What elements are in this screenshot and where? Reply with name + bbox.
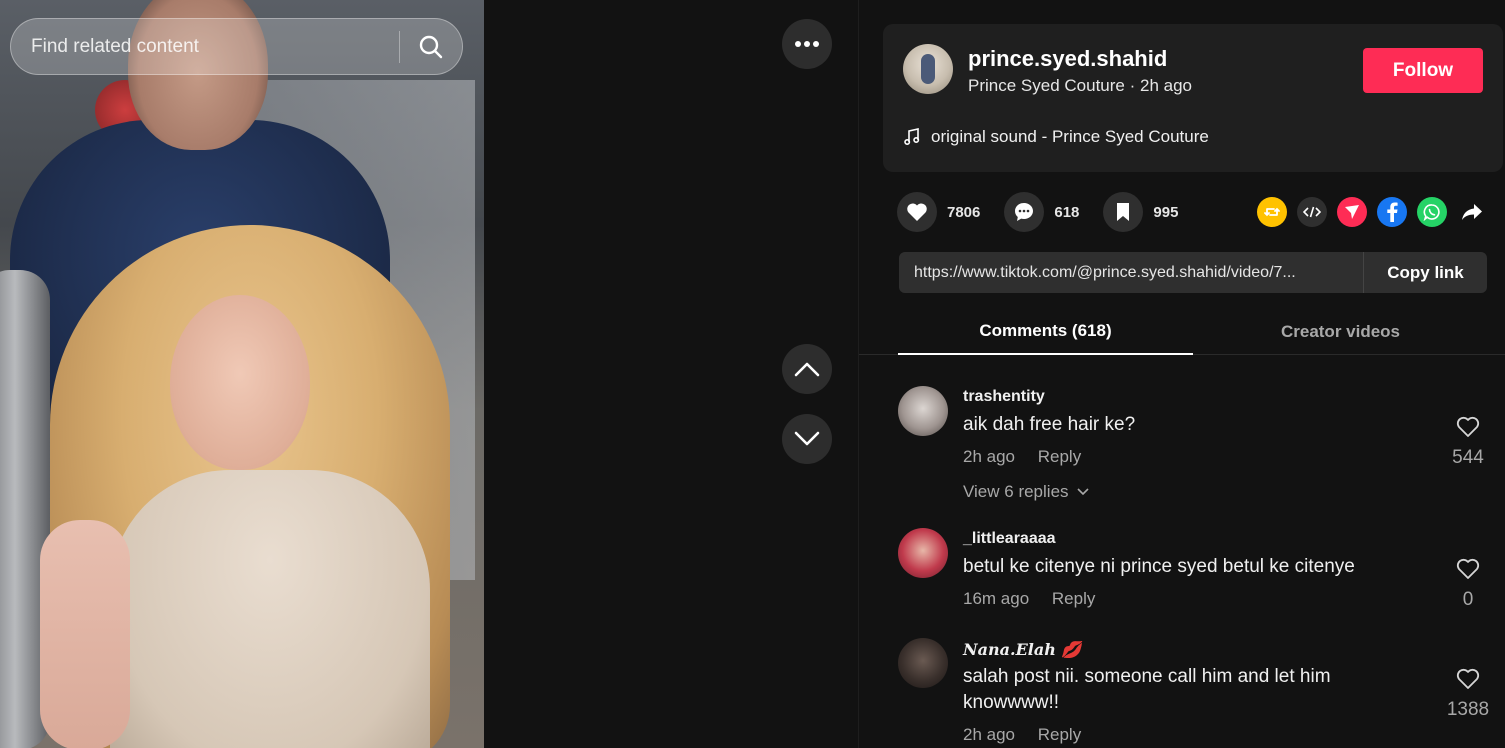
reply-button[interactable]: Reply <box>1038 447 1081 466</box>
more-icon <box>795 41 819 47</box>
search-bar <box>10 18 463 75</box>
comment-username[interactable]: 𝑵𝒂𝒏𝒂.𝑬𝒍𝒂𝒉 💋 <box>963 640 1081 659</box>
comment-avatar[interactable] <box>898 528 948 578</box>
previous-video-button[interactable] <box>782 344 832 394</box>
save-action[interactable]: 995 <box>1103 192 1178 232</box>
embed-icon[interactable] <box>1297 197 1327 227</box>
sound-title: original sound - Prince Syed Couture <box>931 127 1209 146</box>
comment-text: salah post nii. someone call him and let… <box>963 666 1331 713</box>
send-icon[interactable] <box>1337 197 1367 227</box>
next-video-button[interactable] <box>782 414 832 464</box>
comment-meta: 2h ago Reply <box>963 447 1099 467</box>
music-note-icon <box>904 128 920 146</box>
search-icon <box>419 35 443 58</box>
heart-outline-icon <box>1456 416 1480 437</box>
comment-time: 2h ago <box>963 447 1015 466</box>
repost-icon[interactable] <box>1257 197 1287 227</box>
comment-button[interactable] <box>1004 192 1045 232</box>
video-hand <box>40 520 130 748</box>
comment-count: 618 <box>1054 203 1080 221</box>
comment-like-count: 0 <box>1462 589 1474 610</box>
save-count: 995 <box>1153 203 1179 221</box>
comment-item: trashentity aik dah free hair ke? 2h ago… <box>898 386 1498 516</box>
tiktok-video-page: prince.syed.shahid Prince Syed Couture ·… <box>0 0 1505 748</box>
view-replies-label: View 6 replies <box>963 482 1069 501</box>
chevron-down-icon <box>794 431 820 446</box>
video-url[interactable]: https://www.tiktok.com/@prince.syed.shah… <box>899 264 1363 282</box>
facebook-glyph <box>1387 202 1398 222</box>
video-player[interactable] <box>0 0 484 748</box>
copy-link-button[interactable]: Copy link <box>1363 252 1487 293</box>
tab-creator-videos[interactable]: Creator videos <box>1193 308 1488 355</box>
chevron-up-icon <box>794 362 820 377</box>
detail-panel: prince.syed.shahid Prince Syed Couture ·… <box>858 0 1505 748</box>
view-replies-button[interactable]: View 6 replies <box>963 482 1089 502</box>
action-bar: 7806 618 995 <box>897 192 1202 232</box>
tab-bar: Comments (618) Creator videos <box>859 308 1505 355</box>
author-username[interactable]: prince.syed.shahid <box>968 46 1167 72</box>
comment-username[interactable]: trashentity <box>963 388 1045 406</box>
comment-time: 2h ago <box>963 725 1015 744</box>
reply-button[interactable]: Reply <box>1038 725 1081 744</box>
author-subtitle: Prince Syed Couture · 2h ago <box>968 76 1192 96</box>
bookmark-icon <box>1117 203 1130 221</box>
whatsapp-icon[interactable] <box>1417 197 1447 227</box>
comment-action[interactable]: 618 <box>1004 192 1079 232</box>
like-action[interactable]: 7806 <box>897 192 980 232</box>
heart-outline-icon <box>1456 558 1480 579</box>
embed-glyph <box>1303 206 1321 218</box>
comment-avatar[interactable] <box>898 638 948 688</box>
video-client-blouse <box>110 470 430 748</box>
chevron-down-icon <box>1076 488 1089 496</box>
comment-text: aik dah free hair ke? <box>963 414 1136 435</box>
whatsapp-glyph <box>1423 204 1440 221</box>
heart-icon <box>907 203 927 221</box>
author-separator: · <box>1129 76 1136 95</box>
comment-like-count: 1388 <box>1446 699 1490 720</box>
video-client-face <box>170 295 310 470</box>
author-display-name[interactable]: Prince Syed Couture <box>968 76 1125 95</box>
video-area <box>0 0 858 748</box>
copy-link-box: https://www.tiktok.com/@prince.syed.shah… <box>899 252 1487 293</box>
share-row <box>1257 197 1487 227</box>
comment-icon <box>1015 203 1034 221</box>
comment-meta: 2h ago Reply <box>963 725 1099 745</box>
repost-glyph <box>1264 207 1280 217</box>
comment-time: 16m ago <box>963 589 1030 608</box>
post-time: 2h ago <box>1140 76 1193 95</box>
comment-meta: 16m ago Reply <box>963 589 1113 609</box>
comment-like[interactable]: 544 <box>1438 416 1498 469</box>
comment-item: 𝑵𝒂𝒏𝒂.𝑬𝒍𝒂𝒉 💋 salah post nii. someone call… <box>898 638 1498 748</box>
facebook-icon[interactable] <box>1377 197 1407 227</box>
comment-like[interactable]: 1388 <box>1438 668 1498 721</box>
search-input[interactable] <box>11 19 399 74</box>
comment-text: betul ke citenye ni prince syed betul ke… <box>963 556 1355 577</box>
comment-avatar[interactable] <box>898 386 948 436</box>
reply-button[interactable]: Reply <box>1052 589 1095 608</box>
like-count: 7806 <box>947 203 981 221</box>
tab-comments[interactable]: Comments (618) <box>898 308 1193 355</box>
follow-button[interactable]: Follow <box>1363 48 1483 93</box>
share-arrow-icon[interactable] <box>1457 197 1487 227</box>
author-card: prince.syed.shahid Prince Syed Couture ·… <box>883 24 1503 172</box>
comment-item: _littlearaaaa betul ke citenye ni prince… <box>898 528 1498 618</box>
share-arrow-glyph <box>1462 204 1482 220</box>
save-button[interactable] <box>1103 192 1144 232</box>
author-avatar[interactable] <box>903 44 953 94</box>
send-glyph <box>1345 205 1359 219</box>
comment-username[interactable]: _littlearaaaa <box>963 530 1056 548</box>
like-button[interactable] <box>897 192 937 232</box>
more-options-button[interactable] <box>782 19 832 69</box>
comment-like-count: 544 <box>1452 447 1484 468</box>
heart-outline-icon <box>1456 668 1480 689</box>
sound-link[interactable]: original sound - Prince Syed Couture <box>903 127 1209 147</box>
search-button[interactable] <box>400 19 462 74</box>
comment-like[interactable]: 0 <box>1438 558 1498 611</box>
